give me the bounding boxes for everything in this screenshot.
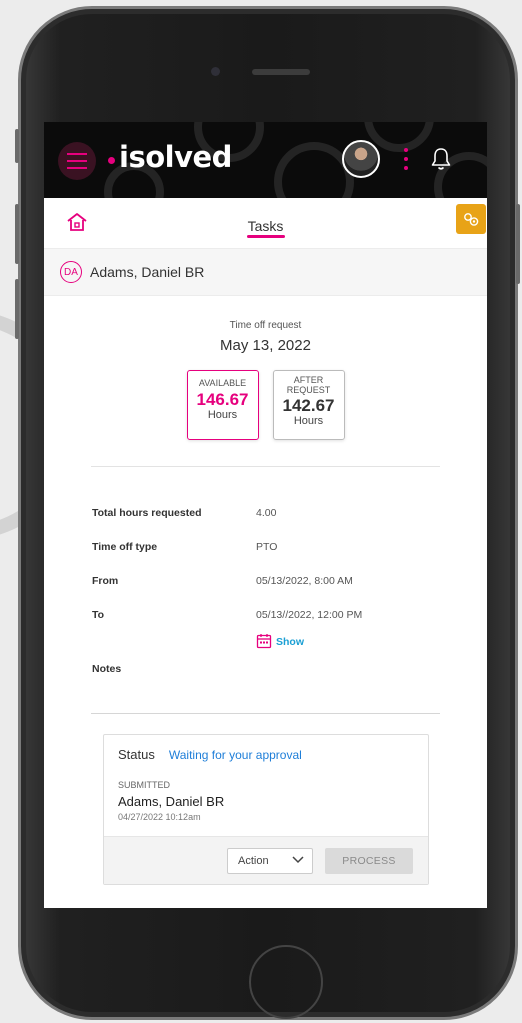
employee-name: Adams, Daniel BR xyxy=(90,264,205,280)
detail-key: Time off type xyxy=(92,541,158,553)
notes-label: Notes xyxy=(92,663,122,675)
user-avatar[interactable] xyxy=(342,140,380,178)
status-card: Status Waiting for your approval SUBMITT… xyxy=(103,734,429,885)
bell-icon[interactable] xyxy=(429,146,453,177)
detail-row: Total hours requested 4.00 xyxy=(92,507,487,541)
status-value: Waiting for your approval xyxy=(168,748,302,762)
request-date: May 13, 2022 xyxy=(220,337,311,354)
available-label: AVAILABLE xyxy=(198,378,247,388)
app-header: isolved xyxy=(44,122,487,198)
process-button[interactable]: PROCESS xyxy=(325,847,413,874)
phone-home-button[interactable] xyxy=(249,945,323,1019)
request-details: Total hours requested 4.00 Time off type… xyxy=(44,507,487,675)
phone-side-button-top xyxy=(15,129,19,163)
hours-summary: AVAILABLE 146.67 Hours AFTER REQUEST 142… xyxy=(44,370,487,440)
calendar-icon xyxy=(256,633,272,652)
show-link-label: Show xyxy=(276,636,304,648)
detail-value: PTO xyxy=(256,541,278,553)
after-request-unit: Hours xyxy=(293,415,324,427)
detail-key: To xyxy=(92,609,105,621)
kebab-menu-icon[interactable] xyxy=(404,148,408,170)
page-title: Tasks xyxy=(247,218,284,234)
active-tab-indicator xyxy=(247,235,285,238)
detail-key: Total hours requested xyxy=(92,507,202,519)
detail-row: From 05/13/2022, 8:00 AM xyxy=(92,575,487,609)
phone-speaker xyxy=(252,69,310,75)
request-type-label: Time off request xyxy=(229,320,302,331)
after-request-value: 142.67 xyxy=(282,396,335,415)
after-request-label-line1: AFTER xyxy=(293,375,324,385)
status-actions: Action PROCESS xyxy=(104,836,428,884)
status-header: Status Waiting for your approval xyxy=(104,735,428,762)
submitted-at: 04/27/2022 10:12am xyxy=(118,812,201,822)
brand-name: isolved xyxy=(119,140,232,174)
logo-dot xyxy=(108,156,115,164)
phone-camera xyxy=(211,67,220,76)
tasks-nav: Tasks xyxy=(44,198,487,248)
available-unit: Hours xyxy=(207,409,238,421)
detail-value: 4.00 xyxy=(256,507,277,519)
phone-power-button xyxy=(516,204,520,284)
detail-value: 05/13/2022, 8:00 AM xyxy=(256,575,353,587)
available-hours-box: AVAILABLE 146.67 Hours xyxy=(186,370,259,440)
section-divider xyxy=(91,713,440,714)
action-select-value: Action xyxy=(238,854,269,867)
brand-logo: isolved xyxy=(108,140,232,174)
status-title: Status xyxy=(118,747,155,762)
action-select[interactable]: Action xyxy=(227,847,313,874)
detail-key: From xyxy=(92,575,119,587)
settings-badge-icon[interactable] xyxy=(456,204,486,234)
available-value: 146.67 xyxy=(196,390,249,409)
hamburger-menu-icon[interactable] xyxy=(58,142,96,180)
after-request-hours-box: AFTER REQUEST 142.67 Hours xyxy=(272,370,345,440)
phone-side-button-low xyxy=(15,279,19,339)
chevron-down-icon xyxy=(292,855,304,867)
header-pattern xyxy=(274,142,354,198)
employee-initials-avatar: DA xyxy=(60,261,82,283)
submitted-by: Adams, Daniel BR xyxy=(118,794,225,809)
submitted-label: SUBMITTED xyxy=(118,780,171,790)
phone-side-button-mid xyxy=(15,204,19,264)
detail-row: Time off type PTO xyxy=(92,541,487,575)
app-screen: isolved Tasks DA Adams, Daniel BR Time o… xyxy=(44,122,487,908)
employee-row: DA Adams, Daniel BR xyxy=(44,248,487,296)
after-request-label-line2: REQUEST xyxy=(286,385,331,395)
section-divider xyxy=(91,466,440,467)
stage: isolved Tasks DA Adams, Daniel BR Time o… xyxy=(0,0,522,1023)
